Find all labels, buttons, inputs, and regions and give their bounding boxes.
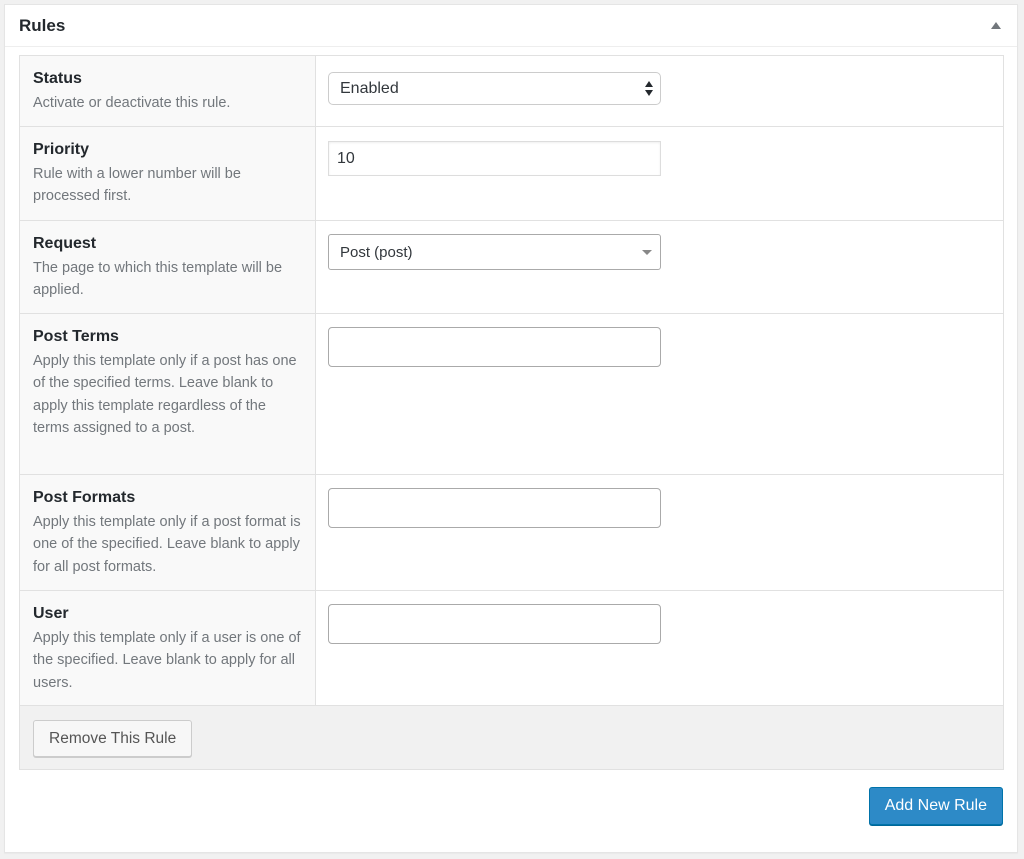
rule-row-status: Status Activate or deactivate this rule.… bbox=[20, 56, 1003, 127]
rule-footer: Remove This Rule bbox=[20, 706, 1003, 769]
request-description: The page to which this template will be … bbox=[33, 260, 283, 299]
rule-label-cell: Status Activate or deactivate this rule. bbox=[20, 56, 316, 126]
rule-row-user: User Apply this template only if a user … bbox=[20, 591, 1003, 706]
metabox-title: Rules bbox=[19, 16, 66, 35]
select-stepper-icon bbox=[645, 81, 653, 97]
chevron-down-icon bbox=[642, 250, 652, 256]
rule-panel: Status Activate or deactivate this rule.… bbox=[19, 55, 1004, 770]
rule-row-priority: Priority Rule with a lower number will b… bbox=[20, 127, 1003, 221]
post-formats-description: Apply this template only if a post forma… bbox=[33, 514, 301, 575]
request-label: Request bbox=[33, 235, 97, 252]
remove-rule-button[interactable]: Remove This Rule bbox=[33, 720, 193, 757]
status-description: Activate or deactivate this rule. bbox=[33, 95, 231, 111]
metabox-header[interactable]: Rules bbox=[5, 5, 1017, 47]
priority-input[interactable]: 10 bbox=[328, 141, 661, 176]
status-label: Status bbox=[33, 70, 82, 87]
priority-description: Rule with a lower number will be process… bbox=[33, 166, 241, 205]
rule-row-post-formats: Post Formats Apply this template only if… bbox=[20, 475, 1003, 591]
priority-label: Priority bbox=[33, 141, 90, 158]
post-formats-label: Post Formats bbox=[33, 489, 136, 506]
status-select-value: Enabled bbox=[340, 80, 399, 97]
post-terms-description: Apply this template only if a post has o… bbox=[33, 353, 297, 436]
request-select[interactable]: Post (post) bbox=[328, 234, 661, 270]
triangle-up-icon[interactable] bbox=[989, 19, 1003, 33]
rule-label-cell: Request The page to which this template … bbox=[20, 221, 316, 313]
rule-label-cell: Post Formats Apply this template only if… bbox=[20, 475, 316, 590]
user-description: Apply this template only if a user is on… bbox=[33, 630, 301, 691]
post-formats-input[interactable] bbox=[328, 488, 661, 528]
user-label: User bbox=[33, 605, 69, 622]
post-terms-input[interactable] bbox=[328, 327, 661, 367]
rule-row-post-terms: Post Terms Apply this template only if a… bbox=[20, 314, 1003, 475]
status-select[interactable]: Enabled bbox=[328, 72, 661, 105]
user-input[interactable] bbox=[328, 604, 661, 644]
rule-label-cell: User Apply this template only if a user … bbox=[20, 591, 316, 705]
post-terms-label: Post Terms bbox=[33, 328, 119, 345]
rules-metabox: Rules Status Activate or deactivate this… bbox=[4, 4, 1018, 853]
rule-label-cell: Priority Rule with a lower number will b… bbox=[20, 127, 316, 220]
rule-row-request: Request The page to which this template … bbox=[20, 221, 1003, 314]
rule-label-cell: Post Terms Apply this template only if a… bbox=[20, 314, 316, 474]
request-select-value: Post (post) bbox=[340, 244, 413, 261]
add-new-rule-button[interactable]: Add New Rule bbox=[868, 787, 1003, 825]
priority-input-value: 10 bbox=[337, 150, 355, 167]
